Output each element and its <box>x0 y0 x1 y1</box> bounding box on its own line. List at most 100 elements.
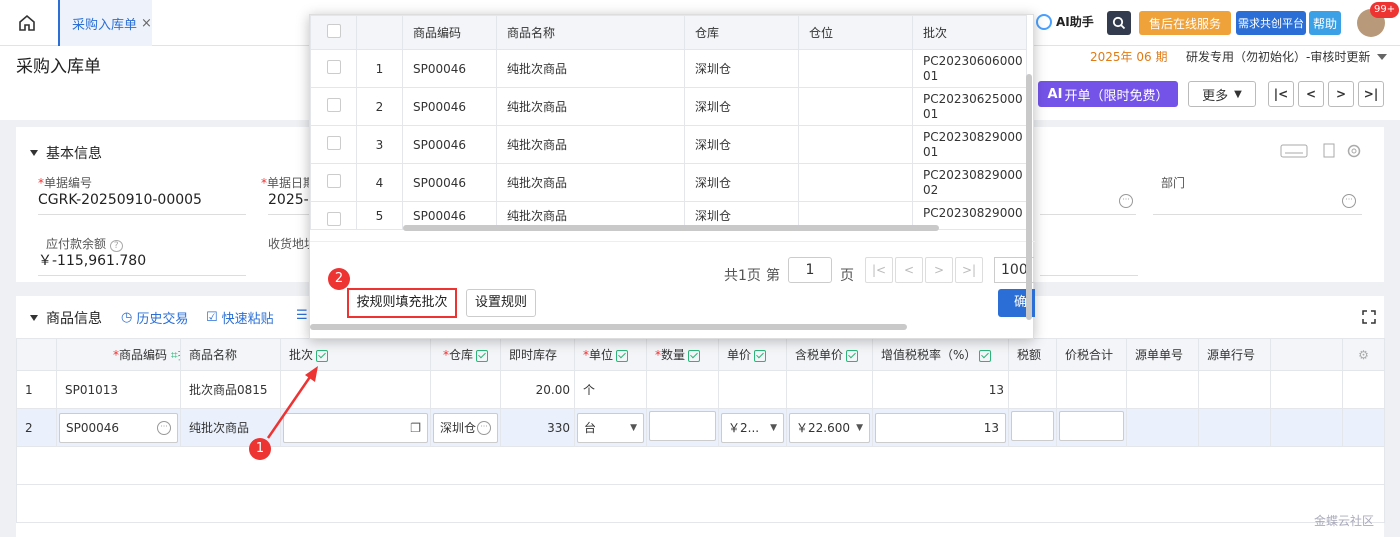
close-icon[interactable]: × <box>141 16 152 31</box>
fill-batch-by-rule-button[interactable]: 按规则填充批次 <box>347 288 457 318</box>
popup-vertical-scrollbar[interactable] <box>1026 74 1032 320</box>
ai-label: AI助手 <box>1056 15 1094 29</box>
row-checkbox[interactable] <box>326 174 341 188</box>
col-code: *商品编码 ⌗扫码 <box>56 338 181 371</box>
row-checkbox[interactable] <box>326 136 341 150</box>
history-trade-link[interactable]: ◷ 历史交易 <box>121 308 188 327</box>
goods-info-toggle[interactable]: 商品信息 <box>30 308 102 328</box>
more-button[interactable]: 更多 ▼ <box>1188 81 1256 107</box>
table-row[interactable]: 1 SP01013 批次商品0815 20.00 个 13 <box>16 370 1385 409</box>
batch-header-row: 商品编码 商品名称 仓库 仓位 批次 <box>310 15 1027 50</box>
checkbox-icon <box>979 349 992 362</box>
col-total: 价税合计 <box>1056 338 1127 371</box>
more-label: 更多 <box>1202 88 1229 104</box>
open-order-button[interactable]: AI 开单（限时免费） <box>1038 81 1178 107</box>
col-location: 仓位 <box>798 15 913 50</box>
more-icon: ··· <box>157 420 171 435</box>
first-page-button[interactable]: |< <box>865 257 893 283</box>
checkbox-icon <box>476 349 489 362</box>
quick-paste-link[interactable]: ☑ 快速粘贴 <box>206 308 274 327</box>
next-page-button[interactable]: > <box>925 257 953 283</box>
qty-input[interactable] <box>649 411 716 441</box>
table-horizontal-scrollbar[interactable] <box>403 225 939 231</box>
checkbox-icon <box>616 349 629 362</box>
goods-table: *商品编码 ⌗扫码 商品名称 批次 *仓库 即时库存 *单位 *数量 单价 含税… <box>16 338 1385 523</box>
accounting-period[interactable]: 2025年 06 期 <box>1090 48 1167 65</box>
chevron-down-icon[interactable] <box>1377 54 1387 60</box>
unit-select[interactable]: 台 ▼ <box>577 412 644 443</box>
table-row[interactable]: 3 SP00046 纯批次商品 深圳仓 PC20230829000 01 <box>310 125 1027 164</box>
pagination: 共1页 第 1 页 |< < > >| 100 <box>310 241 1035 291</box>
col-qty: *数量 <box>646 338 719 371</box>
warehouse-input[interactable]: 深圳仓 ··· <box>433 412 498 443</box>
prev-page-button[interactable]: < <box>895 257 923 283</box>
receive-addr-field[interactable] <box>1040 248 1138 276</box>
price-select[interactable]: ￥2... ▼ <box>721 412 784 443</box>
last-record-button[interactable]: >| <box>1358 81 1384 107</box>
total-input[interactable] <box>1059 411 1124 441</box>
dept-field[interactable] <box>1153 187 1362 215</box>
org-selector[interactable]: 研发专用（勿初始化）-审核时更新 <box>1186 48 1370 65</box>
watermark: 金蝶云社区 <box>1314 514 1375 528</box>
table-row[interactable]: 2 SP00046 纯批次商品 深圳仓 PC20230625000 01 <box>310 87 1027 126</box>
copy-icon: ❐ <box>410 420 421 435</box>
tax-rate-input[interactable]: 13 <box>875 412 1006 443</box>
more-icon[interactable]: ··· <box>1342 194 1356 208</box>
print-settings-icon[interactable] <box>1321 143 1337 159</box>
home-icon[interactable] <box>14 10 40 36</box>
gear-icon[interactable] <box>1346 143 1362 159</box>
col-unit: *单位 <box>574 338 647 371</box>
tax-price-select[interactable]: ￥22.600 ▼ <box>789 412 870 443</box>
tab-label: 采购入库单 <box>72 17 138 33</box>
popup-horizontal-scrollbar[interactable] <box>310 324 907 330</box>
row-checkbox[interactable] <box>326 60 341 74</box>
after-sales-button[interactable]: 售后在线服务 <box>1139 11 1231 35</box>
tab-purchase-receipt[interactable]: 采购入库单 × <box>58 0 152 46</box>
request-platform-button[interactable]: 需求共创平台 <box>1236 11 1306 35</box>
table-row[interactable]: 2 SP00046 ··· 纯批次商品 ❐ 深圳仓 ··· 330 台 ▼ ￥2...… <box>16 408 1385 447</box>
keyboard-icon[interactable] <box>1280 143 1308 159</box>
goods-header-row: *商品编码 ⌗扫码 商品名称 批次 *仓库 即时库存 *单位 *数量 单价 含税… <box>16 338 1385 371</box>
more-icon[interactable]: ··· <box>1119 194 1133 208</box>
col-settings[interactable]: ⚙ <box>1342 338 1385 371</box>
row-checkbox[interactable] <box>326 98 341 112</box>
tax-input[interactable] <box>1011 411 1054 441</box>
col-batch: 批次 <box>912 15 1027 50</box>
chevron-down-icon: ▼ <box>630 422 637 433</box>
batch-table: 商品编码 商品名称 仓库 仓位 批次 1 SP00046 纯批次商品 深圳仓 PC2… <box>310 15 1027 230</box>
table-row <box>16 446 1385 485</box>
product-code-input[interactable]: SP00046 ··· <box>59 412 178 443</box>
prev-record-button[interactable]: < <box>1298 81 1324 107</box>
doc-no-field[interactable]: CGRK-20250910-00005 <box>38 187 246 215</box>
annotation-arrow <box>266 366 318 439</box>
notification-badge: 99+ <box>1370 2 1400 18</box>
doc-date-field[interactable]: 2025-0 <box>268 187 310 215</box>
col-tax: 税额 <box>1008 338 1057 371</box>
gear-icon: ⚙ <box>1358 347 1369 362</box>
col-name: 商品名称 <box>496 15 685 50</box>
last-page-button[interactable]: >| <box>955 257 983 283</box>
table-row[interactable]: 4 SP00046 纯批次商品 深圳仓 PC20230829000 02 <box>310 163 1027 202</box>
batch-select-popup: 商品编码 商品名称 仓库 仓位 批次 1 SP00046 纯批次商品 深圳仓 PC2… <box>309 14 1035 339</box>
set-rule-button[interactable]: 设置规则 <box>466 289 536 317</box>
checkbox-icon <box>688 349 701 362</box>
chevron-down-icon: ▼ <box>856 422 863 433</box>
ai-assistant-button[interactable]: AI助手 <box>1036 13 1094 30</box>
page-number-input[interactable]: 1 <box>788 257 832 283</box>
fullscreen-icon[interactable] <box>1362 310 1376 324</box>
goods-info-title: 商品信息 <box>46 311 102 327</box>
ai-icon <box>1036 13 1052 30</box>
col-tax-rate: 增值税税率（%） <box>872 338 1009 371</box>
toolbar-more-icon[interactable]: ☰ <box>296 308 308 323</box>
first-record-button[interactable]: |< <box>1268 81 1294 107</box>
col-no <box>16 338 57 371</box>
search-button[interactable] <box>1107 11 1131 35</box>
step-marker-2: 2 <box>328 268 350 290</box>
table-row[interactable]: 1 SP00046 纯批次商品 深圳仓 PC20230606000 01 <box>310 49 1027 88</box>
col-stock: 即时库存 <box>500 338 575 371</box>
select-all-checkbox <box>326 24 341 38</box>
help-button[interactable]: 帮助 <box>1309 11 1341 35</box>
row-checkbox[interactable] <box>326 212 341 226</box>
next-record-button[interactable]: > <box>1328 81 1354 107</box>
basic-info-toggle[interactable]: 基本信息 <box>30 143 102 163</box>
